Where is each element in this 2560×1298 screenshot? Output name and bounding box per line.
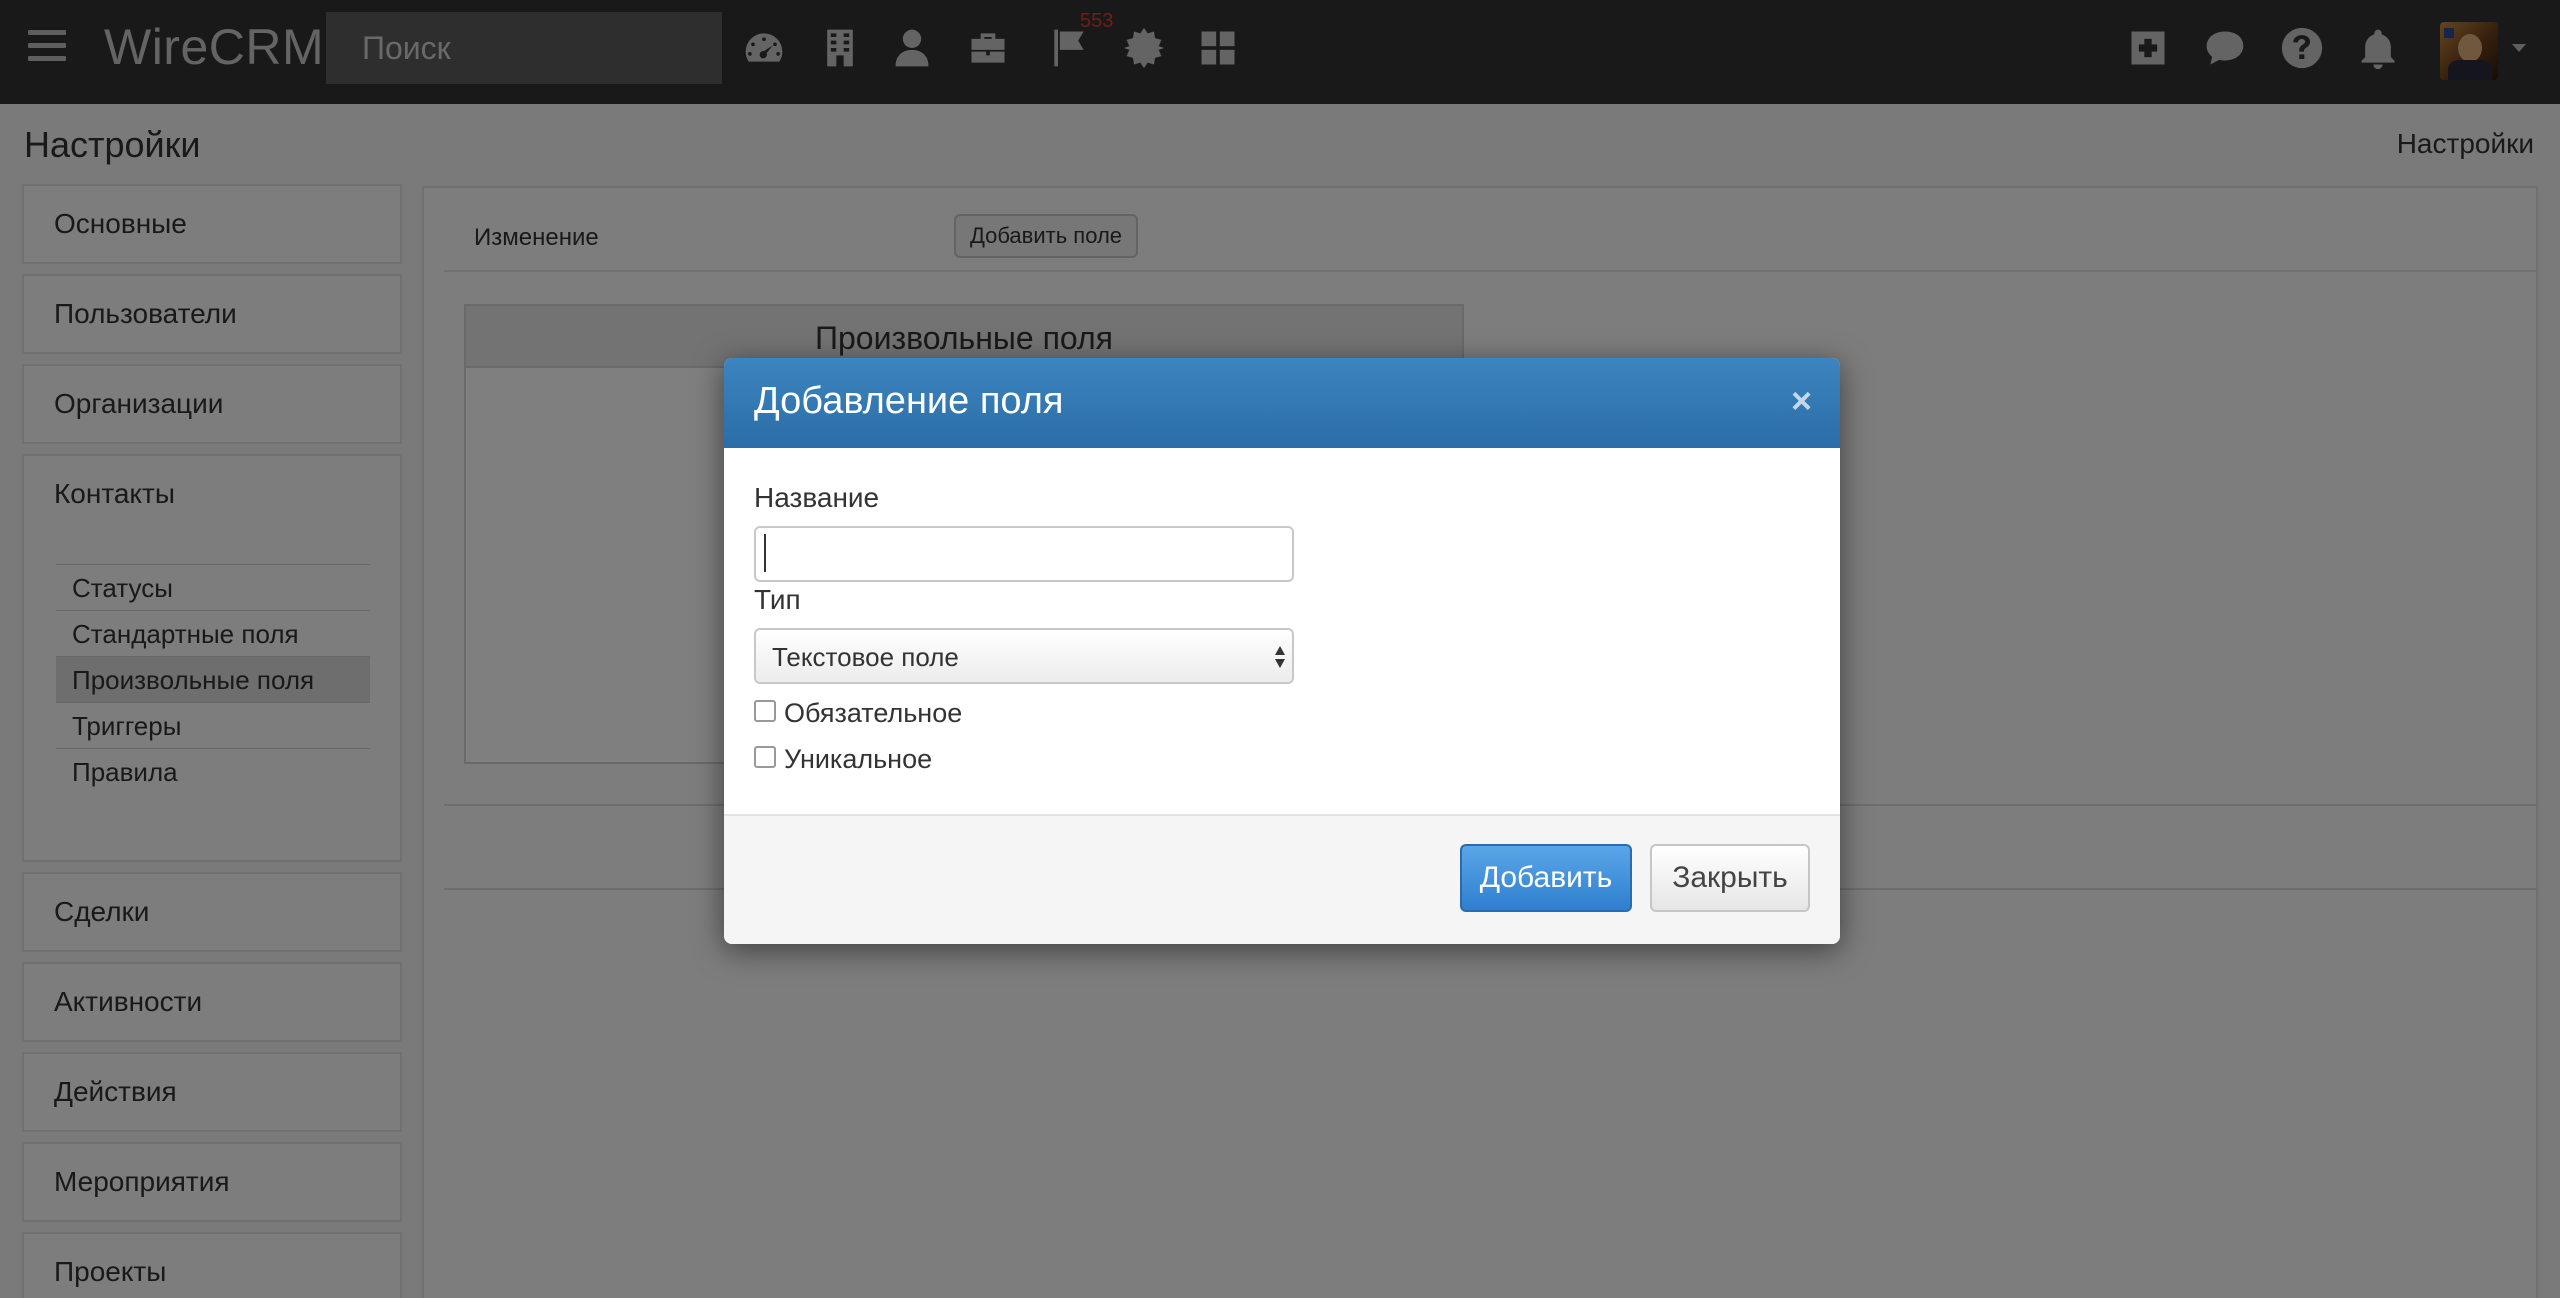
type-select-value: Текстовое поле: [772, 642, 959, 672]
required-label[interactable]: Обязательное: [784, 698, 962, 729]
select-arrows-icon: [1275, 646, 1285, 668]
close-icon[interactable]: ×: [1791, 380, 1812, 422]
unique-label[interactable]: Уникальное: [784, 744, 932, 775]
required-checkbox[interactable]: [754, 700, 776, 722]
text-cursor: [764, 534, 766, 572]
unique-checkbox[interactable]: [754, 746, 776, 768]
name-label: Название: [754, 482, 880, 513]
dialog-header: Добавление поля ×: [724, 358, 1840, 448]
add-button[interactable]: Добавить: [1460, 844, 1632, 912]
type-select[interactable]: Текстовое поле: [754, 628, 1294, 684]
required-checkbox-row[interactable]: Обязательное: [754, 698, 1014, 730]
close-button[interactable]: Закрыть: [1650, 844, 1810, 912]
type-label: Тип: [754, 584, 801, 615]
dialog-title: Добавление поля: [754, 380, 1064, 422]
unique-checkbox-row[interactable]: Уникальное: [754, 744, 1014, 776]
add-field-dialog: Добавление поля × Название Тип Текстовое…: [724, 358, 1840, 944]
name-input[interactable]: [754, 526, 1294, 582]
